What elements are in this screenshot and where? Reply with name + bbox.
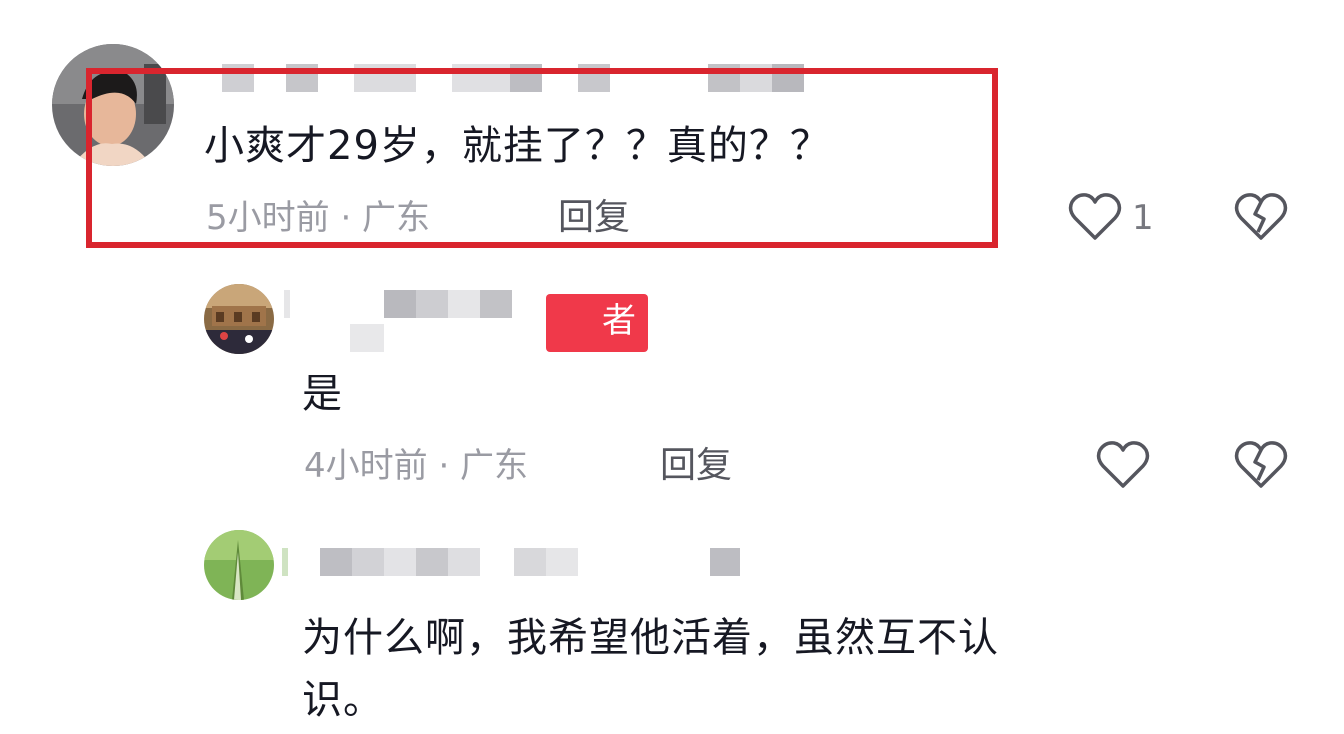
- heart-outline-icon[interactable]: [1068, 192, 1122, 242]
- comment-3-username-mosaic[interactable]: [282, 548, 752, 584]
- comment-2-meta: 4小时前 · 广东: [304, 446, 529, 486]
- comment-2-username-mosaic[interactable]: [284, 290, 524, 360]
- comment-3-text-line-2: 识。: [302, 677, 384, 723]
- comment-3-avatar[interactable]: [204, 530, 274, 600]
- comment-2-avatar[interactable]: [204, 284, 274, 354]
- broken-heart-icon[interactable]: [1234, 440, 1288, 490]
- comment-2-reply-button[interactable]: 回复: [660, 446, 732, 486]
- author-badge: 者: [546, 294, 648, 352]
- comment-1-meta: 5小时前 · 广东: [206, 198, 431, 238]
- broken-heart-icon[interactable]: [1234, 192, 1288, 242]
- comment-1-like-count: 1: [1132, 198, 1154, 238]
- comment-1-text: 小爽才29岁，就挂了？？真的？？: [204, 123, 831, 169]
- heart-outline-icon[interactable]: [1096, 440, 1150, 490]
- comment-3-text-line-1: 为什么啊，我希望他活着，虽然互不认: [302, 615, 999, 661]
- comment-1-reply-button[interactable]: 回复: [558, 198, 630, 238]
- comment-2-text: 是: [302, 371, 343, 417]
